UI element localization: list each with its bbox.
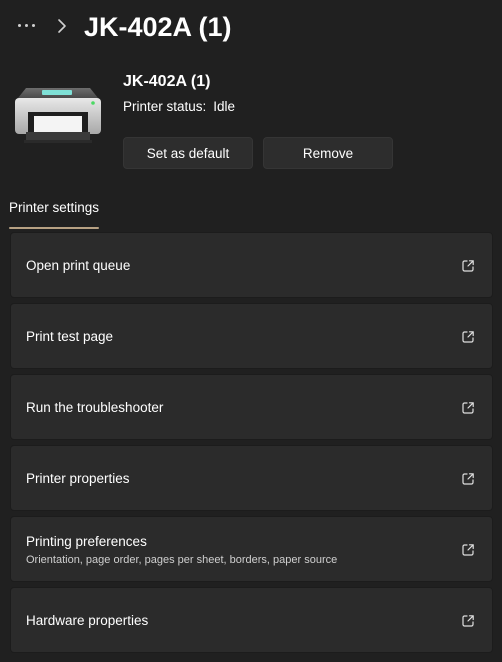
printer-icon	[15, 88, 101, 143]
open-external-icon	[462, 260, 474, 272]
run-troubleshooter-card[interactable]: Run the troubleshooter	[10, 374, 493, 440]
set-as-default-button[interactable]: Set as default	[123, 137, 253, 169]
printer-properties-card[interactable]: Printer properties	[10, 445, 493, 511]
tab-printer-settings[interactable]: Printer settings	[9, 198, 99, 218]
hardware-properties-card[interactable]: Hardware properties	[10, 587, 493, 653]
status-label: Printer status:	[123, 99, 207, 114]
open-external-icon	[462, 402, 474, 414]
card-subtitle: Orientation, page order, pages per sheet…	[26, 554, 338, 566]
card-title: Open print queue	[26, 258, 131, 273]
page-title: JK-402A (1)	[84, 12, 232, 42]
printer-status: Printer status: Idle	[123, 98, 235, 116]
printing-preferences-card[interactable]: Printing preferences Orientation, page o…	[10, 516, 493, 582]
card-title: Printer properties	[26, 471, 130, 486]
dot	[31, 23, 35, 27]
dot	[24, 23, 28, 27]
card-title: Run the troubleshooter	[26, 400, 164, 415]
print-test-page-card[interactable]: Print test page	[10, 303, 493, 369]
open-external-icon	[462, 615, 474, 627]
open-external-icon	[462, 544, 474, 556]
remove-button[interactable]: Remove	[263, 137, 393, 169]
header: JK-402A (1)	[0, 0, 502, 56]
tab-active-indicator	[9, 227, 99, 229]
card-title: Hardware properties	[26, 613, 149, 628]
chevron-right-icon	[58, 19, 66, 33]
card-title: Print test page	[26, 329, 114, 344]
card-title: Printing preferences	[26, 534, 147, 549]
dot	[17, 23, 21, 27]
open-external-icon	[462, 473, 474, 485]
open-external-icon	[462, 331, 474, 343]
device-name: JK-402A (1)	[123, 73, 211, 90]
status-value: Idle	[213, 99, 236, 114]
more-options-button[interactable]	[11, 14, 41, 36]
open-print-queue-card[interactable]: Open print queue	[10, 232, 493, 298]
